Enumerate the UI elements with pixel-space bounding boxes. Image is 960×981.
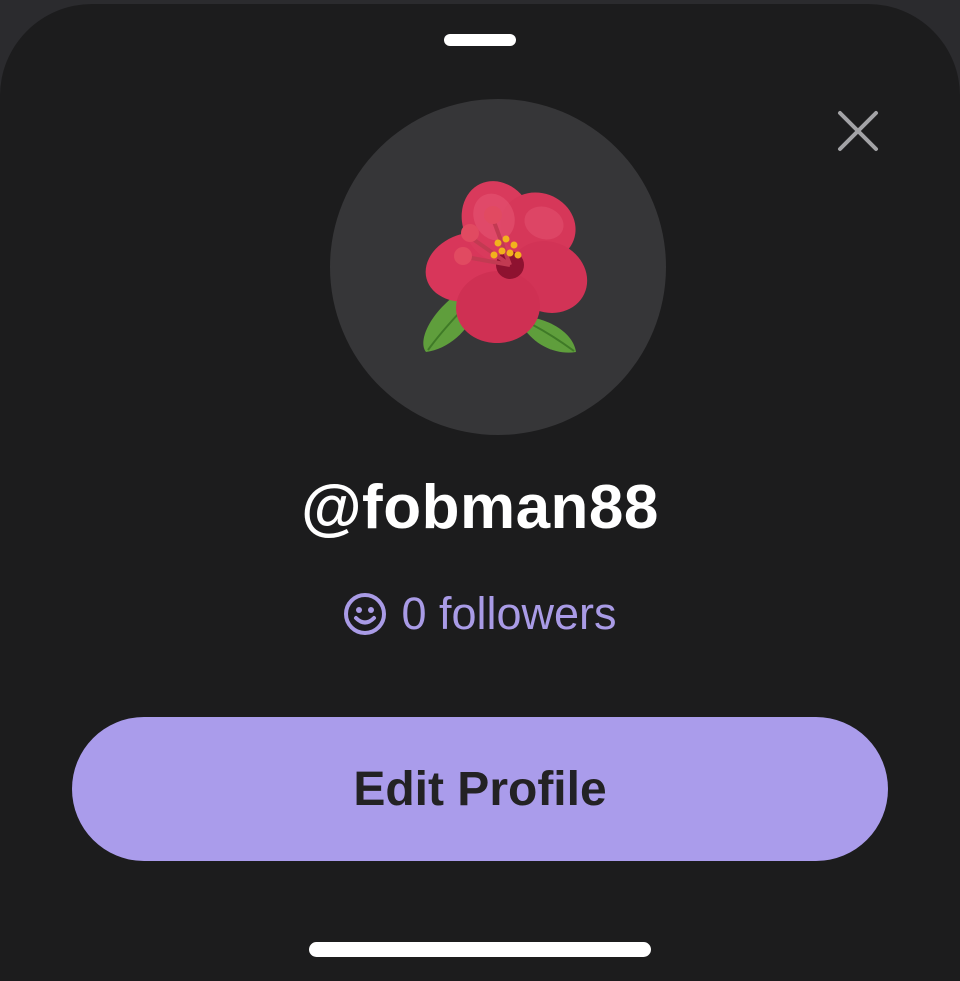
followers-link[interactable]: 0 followers (0, 588, 960, 640)
username: @fobman88 (301, 473, 659, 542)
close-icon (838, 111, 878, 151)
hibiscus-flower-icon (423, 181, 588, 353)
sheet-grabber[interactable] (444, 34, 516, 46)
profile-sheet: @fobman88 0 followers Edit Profile (0, 4, 960, 981)
home-indicator (309, 942, 651, 957)
smiley-icon (344, 593, 387, 635)
followers-count: 0 followers (401, 588, 617, 639)
avatar[interactable] (330, 99, 666, 435)
close-button[interactable] (830, 103, 886, 159)
edit-profile-button[interactable]: Edit Profile (72, 717, 888, 861)
